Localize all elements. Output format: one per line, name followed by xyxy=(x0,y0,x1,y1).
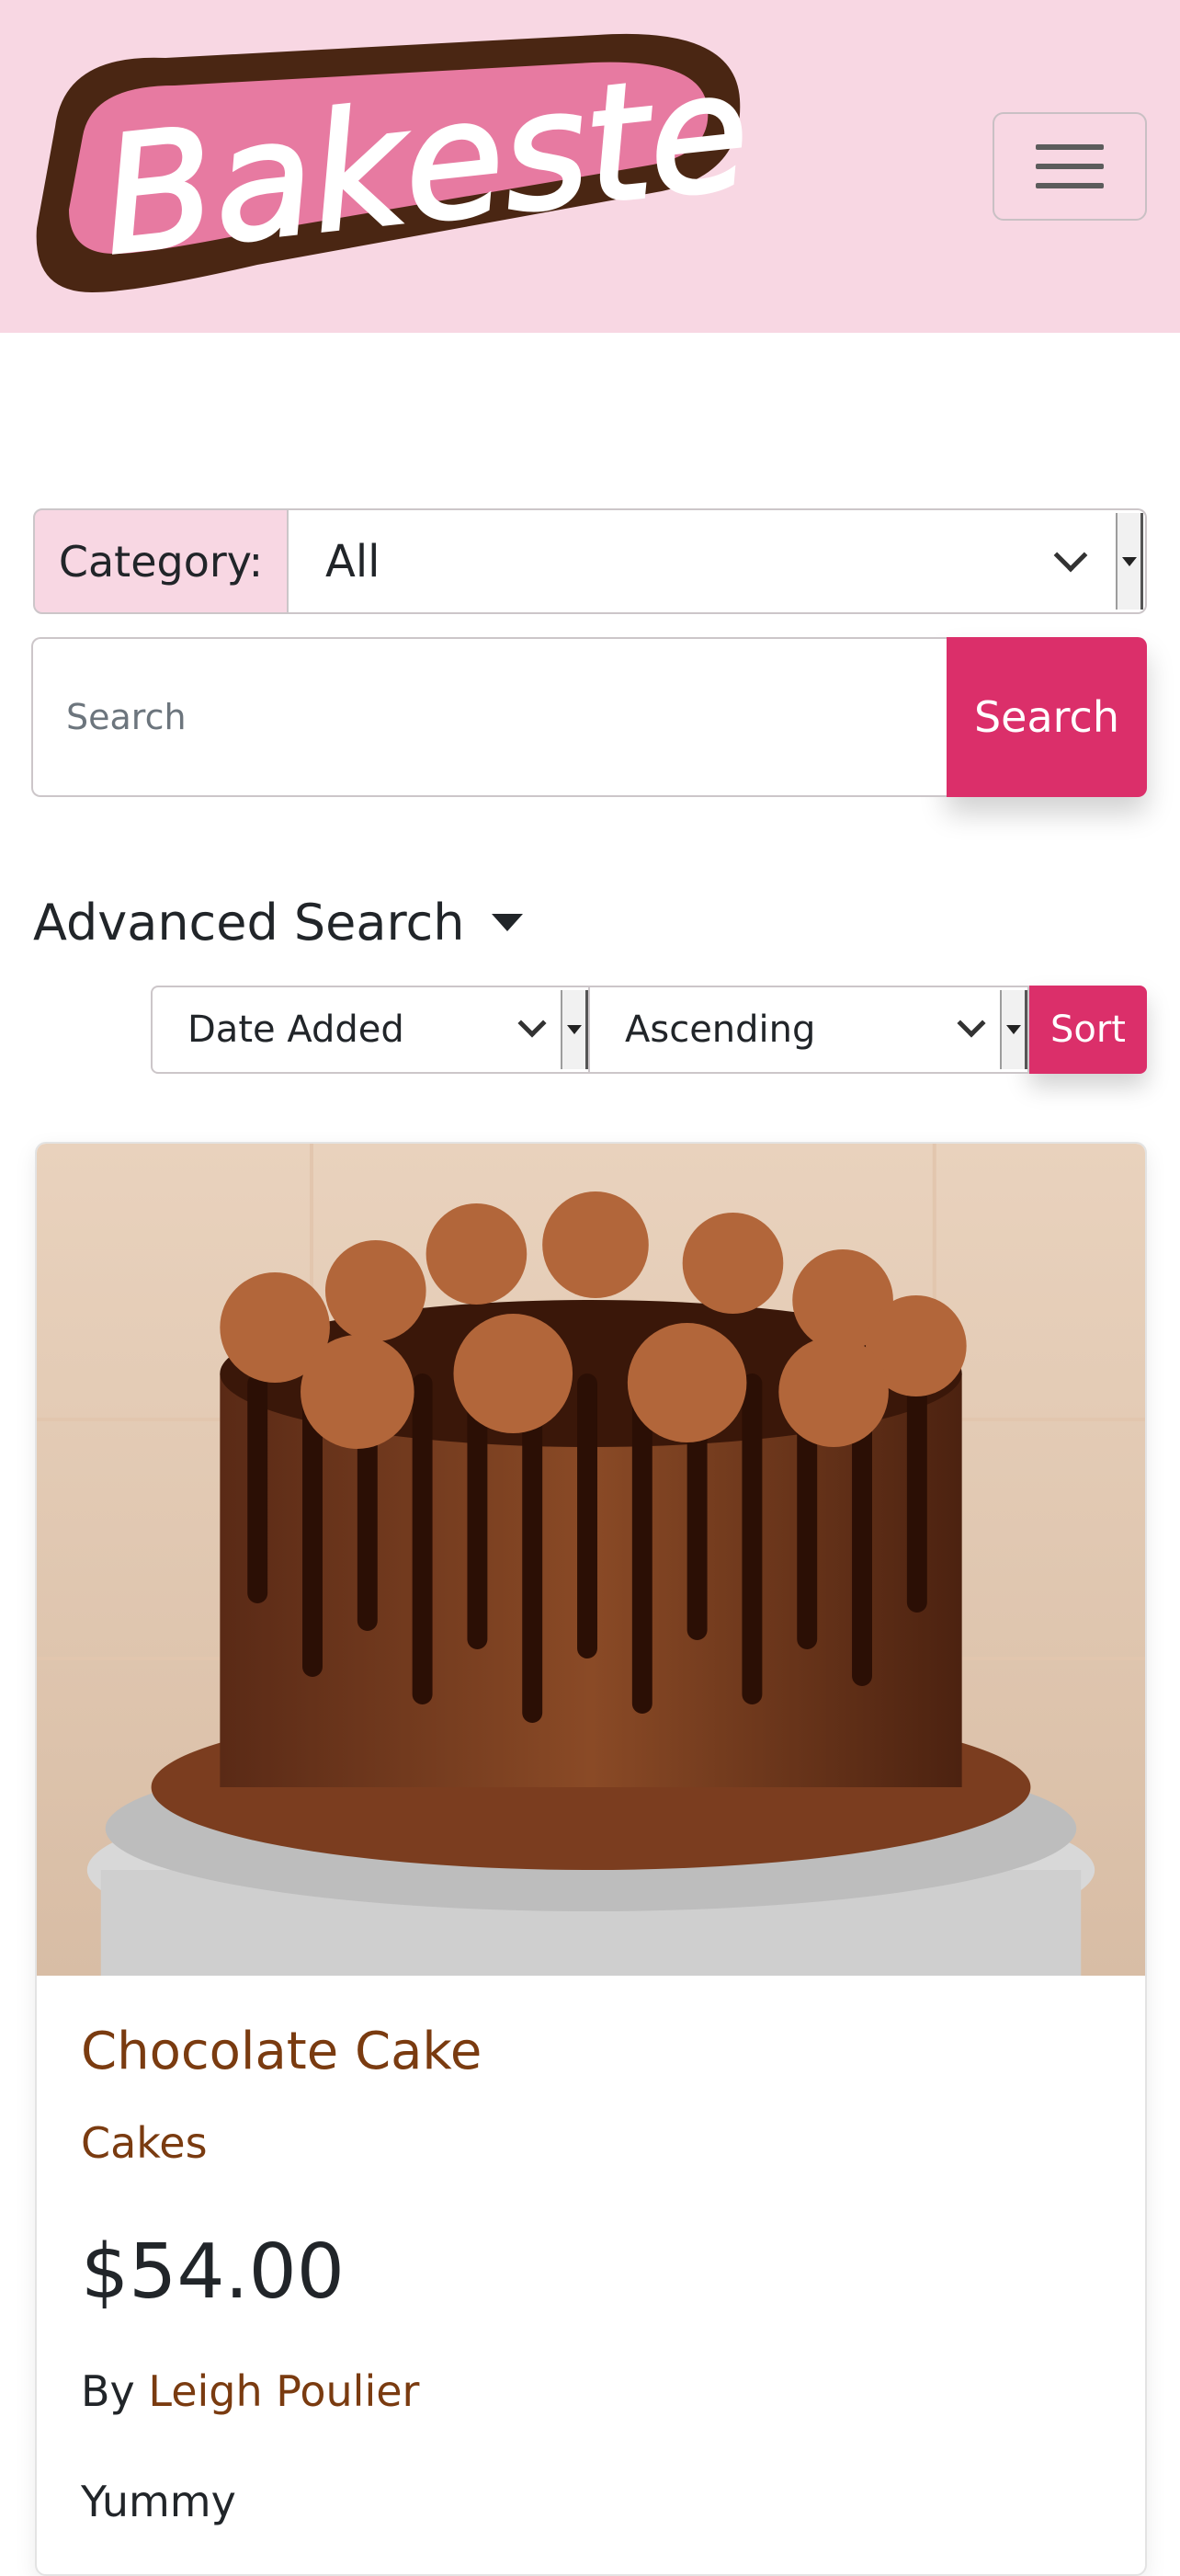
sort-controls: Date Added Ascending Sort xyxy=(151,986,1147,1074)
chevron-down-icon xyxy=(957,1009,986,1038)
chevron-down-icon xyxy=(1053,538,1088,573)
product-card[interactable]: Chocolate Cake Cakes $54.00 By Leigh Pou… xyxy=(35,1142,1147,2576)
hamburger-line xyxy=(1036,164,1104,169)
author-link[interactable]: Leigh Poulier xyxy=(148,2366,419,2416)
navbar: Bakester xyxy=(0,0,1180,333)
hamburger-line xyxy=(1036,183,1104,188)
product-author: By Leigh Poulier xyxy=(81,2366,419,2416)
chevron-down-icon xyxy=(517,1009,547,1038)
sort-order-select[interactable]: Ascending xyxy=(590,986,1029,1074)
category-selected-value: All xyxy=(325,535,380,587)
product-title[interactable]: Chocolate Cake xyxy=(81,2022,482,2081)
category-select[interactable]: All xyxy=(289,508,1147,614)
select-spinner-icon[interactable] xyxy=(1000,990,1027,1069)
product-category-link[interactable]: Cakes xyxy=(81,2118,208,2168)
sort-by-select[interactable]: Date Added xyxy=(151,986,590,1074)
sort-button[interactable]: Sort xyxy=(1029,986,1147,1074)
logo-graphic: Bakester xyxy=(36,28,744,293)
caret-down-icon xyxy=(492,914,524,931)
select-spinner-icon[interactable] xyxy=(1116,513,1143,610)
search-bar: Search xyxy=(31,637,1147,797)
product-image[interactable] xyxy=(37,1144,1145,1976)
category-label: Category: xyxy=(33,508,289,614)
menu-toggle-button[interactable] xyxy=(993,112,1147,221)
advanced-search-label: Advanced Search xyxy=(33,894,465,952)
sort-order-value: Ascending xyxy=(625,1009,816,1051)
sort-by-value: Date Added xyxy=(187,1009,404,1051)
bakester-logo[interactable]: Bakester xyxy=(28,17,744,315)
product-price: $54.00 xyxy=(81,2228,345,2316)
author-prefix: By xyxy=(81,2366,135,2416)
category-filter: Category: All xyxy=(33,508,1147,614)
search-button[interactable]: Search xyxy=(947,637,1147,797)
select-spinner-icon[interactable] xyxy=(561,990,588,1069)
hamburger-line xyxy=(1036,144,1104,150)
product-description: Yummy xyxy=(81,2477,236,2526)
search-input[interactable] xyxy=(31,637,947,797)
advanced-search-toggle[interactable]: Advanced Search xyxy=(33,894,524,952)
